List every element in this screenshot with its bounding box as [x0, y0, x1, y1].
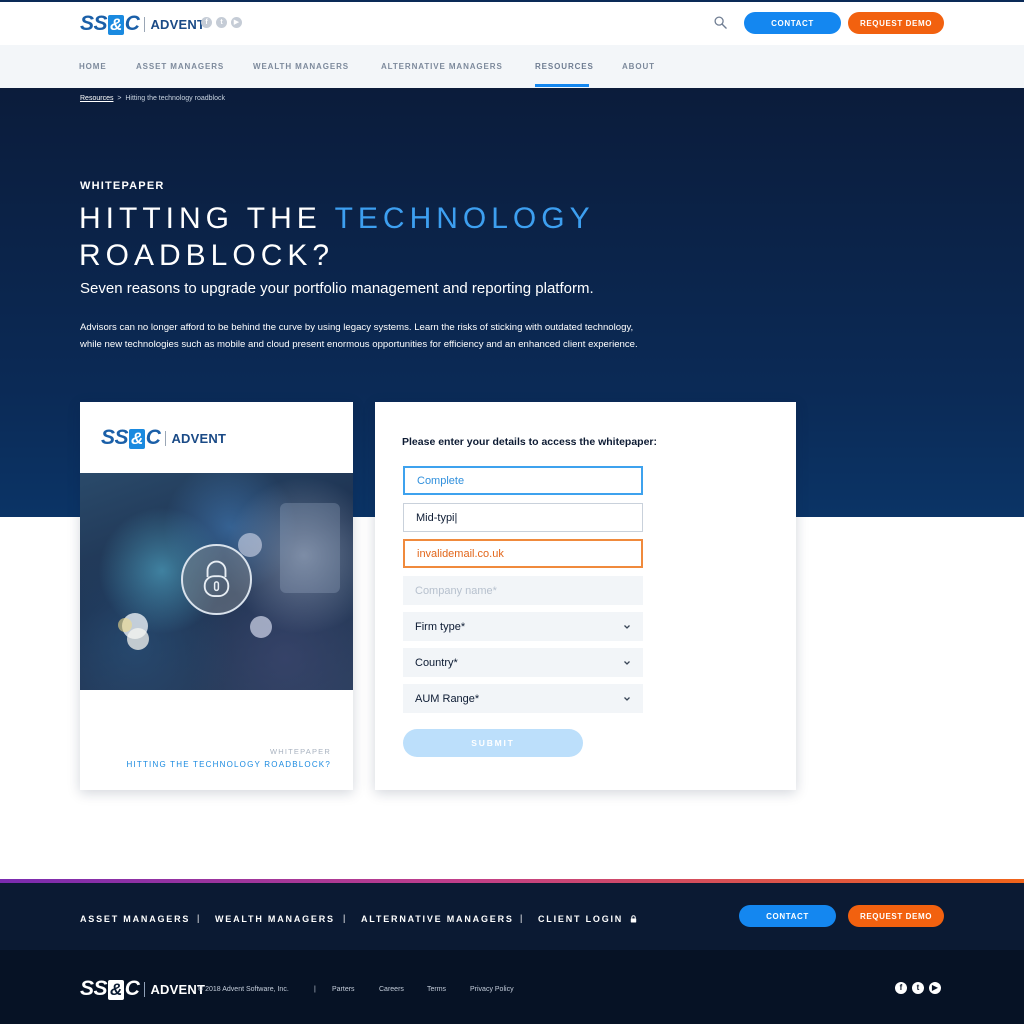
footer-logo-mark: SS & C	[80, 977, 140, 1000]
breadcrumb-separator: >	[117, 95, 122, 102]
lock-icon-badge	[181, 544, 252, 615]
footer-request-demo-button[interactable]: REQUEST DEMO	[848, 905, 944, 927]
cover-kicker: WHITEPAPER	[269, 747, 331, 756]
copyright-text: © 2018 Advent Software, Inc.	[198, 986, 289, 993]
lock-icon	[203, 560, 230, 597]
footer-separator: |	[520, 913, 523, 923]
footer-privacy-link[interactable]: Privacy Policy	[470, 986, 514, 993]
footer-separator: |	[197, 913, 200, 923]
hero-subtitle: Seven reasons to upgrade your portfolio …	[80, 280, 594, 297]
cover-image	[80, 473, 353, 690]
footer-contact-button[interactable]: CONTACT	[739, 905, 836, 927]
page-title: HITTING THE TECHNOLOGY ROADBLOCK?	[79, 202, 595, 272]
youtube-icon[interactable]: ▶	[231, 17, 242, 28]
footer-logo[interactable]: SS & C ADVENT	[80, 977, 205, 1001]
nav-about[interactable]: ABOUT	[622, 62, 655, 71]
logo-wordmark: ADVENT	[150, 16, 206, 32]
company-name-field[interactable]	[403, 576, 643, 605]
breadcrumb-current: Hitting the technology roadblock	[125, 95, 225, 102]
footer-link-client-login[interactable]: CLIENT LOGIN	[538, 914, 637, 924]
nav-resources[interactable]: RESOURCES	[535, 62, 594, 71]
bokeh-light	[127, 628, 149, 650]
header-social-links: f t ▶	[201, 17, 242, 28]
footer-link-asset-managers[interactable]: ASSET MANAGERS	[80, 914, 190, 924]
nav-wealth-managers[interactable]: WEALTH MANAGERS	[253, 62, 349, 71]
hero-kicker: WHITEPAPER	[80, 180, 165, 192]
first-name-field[interactable]	[403, 466, 643, 495]
twitter-icon[interactable]: t	[912, 982, 924, 994]
email-field[interactable]	[403, 539, 643, 568]
form-heading: Please enter your details to access the …	[402, 436, 658, 448]
bokeh-light	[280, 503, 340, 593]
search-icon[interactable]	[714, 16, 727, 29]
country-select[interactable]: Country*	[403, 648, 643, 677]
whitepaper-cover-card: SS & C ADVENT WHITEPAPER HITTING THE TECHN…	[80, 402, 353, 790]
submit-button[interactable]: SUBMIT	[403, 729, 583, 757]
firm-type-select[interactable]: Firm type*	[403, 612, 643, 641]
nav-home[interactable]: HOME	[79, 62, 107, 71]
footer-link-alternative-managers[interactable]: ALTERNATIVE MANAGERS	[361, 914, 514, 924]
lock-icon	[631, 915, 637, 923]
country-label: Country*	[415, 656, 458, 669]
nav-active-indicator	[535, 84, 589, 87]
facebook-icon[interactable]: f	[895, 982, 907, 994]
footer-logo-divider	[144, 981, 146, 997]
facebook-icon[interactable]: f	[201, 17, 212, 28]
footer-social-links: f t ▶	[895, 982, 941, 994]
bokeh-light	[118, 618, 132, 632]
whitepaper-form-card: Please enter your details to access the …	[375, 402, 796, 790]
aum-range-label: AUM Range*	[415, 692, 480, 705]
header-contact-button[interactable]: CONTACT	[744, 12, 841, 34]
chevron-down-icon	[624, 624, 630, 629]
footer-terms-link[interactable]: Terms	[427, 986, 446, 993]
footer-partners-link[interactable]: Parters	[332, 986, 355, 993]
footer-logo-wordmark: ADVENT	[150, 981, 206, 997]
footer-link-wealth-managers[interactable]: WEALTH MANAGERS	[215, 914, 335, 924]
footer-careers-link[interactable]: Careers	[379, 986, 404, 993]
breadcrumb-resources-link[interactable]: Resources	[80, 95, 113, 102]
header-logo[interactable]: SS & C ADVENT	[80, 12, 205, 36]
logo-mark: SS & C	[80, 12, 140, 35]
breadcrumb: Resources > Hitting the technology roadb…	[80, 95, 225, 102]
cover-logo-wordmark: ADVENT	[171, 430, 227, 446]
firm-type-label: Firm type*	[415, 620, 466, 633]
cover-logo: SS & C ADVENT	[101, 426, 226, 450]
main-nav: HOME ASSET MANAGERS WEALTH MANAGERS ALTE…	[0, 45, 1024, 88]
chevron-down-icon	[624, 660, 630, 665]
aum-range-select[interactable]: AUM Range*	[403, 684, 643, 713]
youtube-icon[interactable]: ▶	[929, 982, 941, 994]
hero-description: Advisors can no longer afford to be behi…	[80, 322, 638, 350]
last-name-field[interactable]	[403, 503, 643, 532]
cover-title: HITTING THE TECHNOLOGY ROADBLOCK?	[126, 760, 331, 769]
twitter-icon[interactable]: t	[216, 17, 227, 28]
cover-logo-mark: SS & C	[101, 426, 161, 449]
logo-divider	[144, 16, 146, 32]
nav-alternative-managers[interactable]: ALTERNATIVE MANAGERS	[381, 62, 503, 71]
nav-asset-managers[interactable]: ASSET MANAGERS	[136, 62, 224, 71]
chevron-down-icon	[624, 696, 630, 701]
legal-separator: |	[314, 986, 316, 993]
footer-separator: |	[343, 913, 346, 923]
cover-logo-divider	[165, 430, 167, 446]
bokeh-light	[250, 616, 272, 638]
header-request-demo-button[interactable]: REQUEST DEMO	[848, 12, 944, 34]
